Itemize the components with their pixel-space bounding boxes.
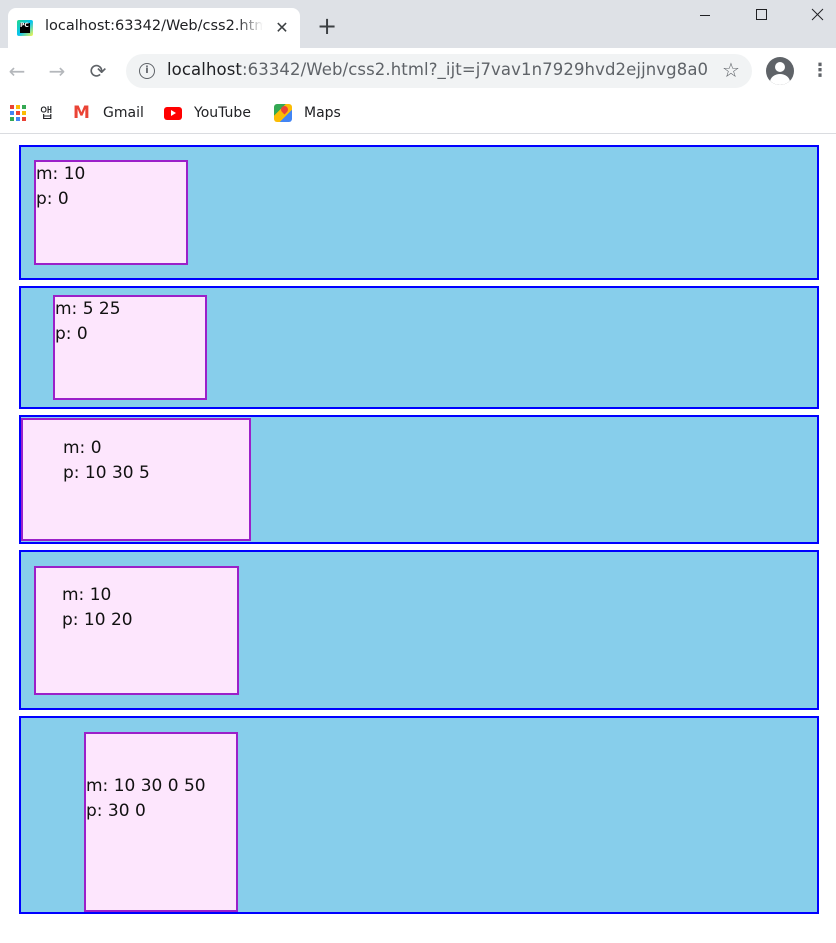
bookmark-label: Gmail [103, 105, 144, 121]
site-info-icon[interactable]: i [139, 63, 155, 79]
youtube-icon [164, 104, 184, 122]
padding-label: p: 0 [36, 189, 69, 209]
url-path: :63342/Web/css2.html?_ijt=j7vav1n7929hvd… [241, 60, 707, 79]
profile-avatar-icon[interactable] [766, 57, 794, 85]
bookmark-label: Maps [304, 105, 341, 121]
maximize-button[interactable] [738, 0, 784, 32]
outer-box-4: m: 10 p: 10 20 [19, 550, 819, 710]
margin-label: m: 10 [36, 164, 86, 184]
padding-label: p: 10 20 [62, 610, 133, 630]
inner-box-5: m: 10 30 0 50 p: 30 0 [84, 732, 238, 912]
margin-label: m: 10 [62, 585, 112, 605]
window-close-button[interactable] [794, 0, 836, 32]
back-arrow-icon[interactable]: ← [3, 57, 31, 85]
minimize-icon [700, 15, 710, 16]
bookmark-label: 앱 [40, 106, 53, 122]
url-text[interactable]: localhost:63342/Web/css2.html?_ijt=j7vav… [167, 60, 707, 82]
bookmark-label: YouTube [194, 105, 251, 121]
close-icon [811, 8, 824, 21]
reload-icon[interactable]: ⟳ [84, 57, 112, 85]
bookmark-maps[interactable]: Maps [274, 102, 341, 124]
maps-icon [274, 104, 294, 122]
tab-strip: PC localhost:63342/Web/css2.html?_ijt=j7… [0, 0, 836, 48]
gmail-icon: M [73, 103, 90, 123]
bookmark-gmail[interactable]: M Gmail [73, 102, 144, 124]
bookmark-apps[interactable]: 앱 [10, 102, 53, 124]
outer-box-5: m: 10 30 0 50 p: 30 0 [19, 716, 819, 914]
forward-arrow-icon[interactable]: → [43, 57, 71, 85]
padding-label: p: 0 [55, 324, 88, 344]
menu-kebab-icon[interactable]: ⋮ [810, 58, 830, 84]
address-bar[interactable]: i localhost:63342/Web/css2.html?_ijt=j7v… [126, 54, 752, 88]
bookmark-youtube[interactable]: YouTube [164, 102, 251, 124]
outer-box-3: m: 0 p: 10 30 5 [19, 415, 819, 544]
padding-label: p: 30 0 [86, 801, 146, 821]
inner-box-3: m: 0 p: 10 30 5 [21, 418, 251, 541]
apps-grid-icon [10, 104, 30, 122]
tab-title: localhost:63342/Web/css2.html?_ijt=j7vav… [45, 18, 263, 34]
bookmarks-bar: 앱 M Gmail YouTube Maps [0, 94, 836, 134]
padding-label: p: 10 30 5 [63, 463, 150, 483]
pycharm-favicon-icon: PC [17, 20, 33, 36]
maximize-icon [756, 9, 767, 20]
margin-label: m: 0 [63, 438, 102, 458]
margin-label: m: 5 25 [55, 299, 121, 319]
inner-box-1: m: 10 p: 0 [34, 160, 188, 265]
margin-label: m: 10 30 0 50 [86, 776, 206, 796]
browser-toolbar: ← → ⟳ i localhost:63342/Web/css2.html?_i… [0, 48, 836, 94]
outer-box-1: m: 10 p: 0 [19, 145, 819, 280]
inner-box-2: m: 5 25 p: 0 [53, 295, 207, 400]
new-tab-button[interactable]: + [313, 12, 341, 40]
browser-tab[interactable]: PC localhost:63342/Web/css2.html?_ijt=j7… [8, 8, 300, 48]
tab-close-icon[interactable]: ✕ [272, 18, 292, 38]
outer-box-2: m: 5 25 p: 0 [19, 286, 819, 409]
url-host: localhost [167, 60, 242, 79]
inner-box-4: m: 10 p: 10 20 [34, 566, 239, 695]
bookmark-star-icon[interactable]: ☆ [720, 59, 742, 81]
minimize-button[interactable] [682, 0, 728, 32]
